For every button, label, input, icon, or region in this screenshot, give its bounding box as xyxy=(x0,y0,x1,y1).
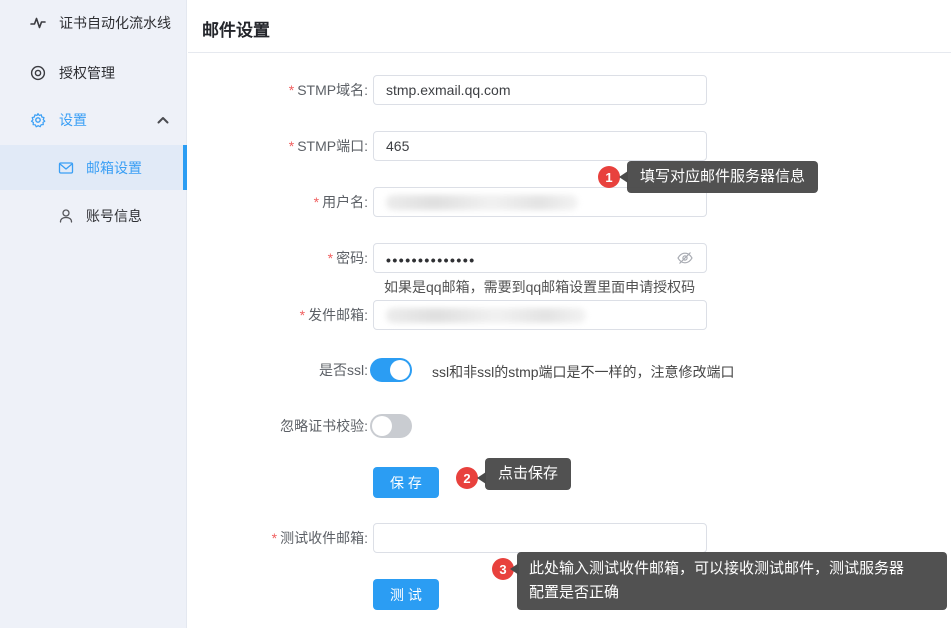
smtp-port-label: *STMP端口: xyxy=(192,131,368,161)
page-title: 邮件设置 xyxy=(202,16,270,41)
sidebar-item-mailbox-settings[interactable]: 邮箱设置 xyxy=(0,145,187,190)
test-email-label: *测试收件邮箱: xyxy=(192,523,368,553)
annotation-tooltip-1: 填写对应邮件服务器信息 xyxy=(627,161,818,193)
redacted-value xyxy=(386,195,578,210)
header-divider xyxy=(188,52,951,53)
gear-icon xyxy=(30,112,46,128)
sender-email-input[interactable] xyxy=(373,300,707,330)
ssl-toggle[interactable] xyxy=(370,358,412,382)
sidebar-item-label: 证书自动化流水线 xyxy=(59,13,171,33)
save-button[interactable]: 保 存 xyxy=(373,467,439,498)
sidebar-item-label: 设置 xyxy=(59,110,87,130)
smtp-domain-value: stmp.exmail.qq.com xyxy=(386,82,510,98)
password-input[interactable]: •••••••••••••• xyxy=(373,243,707,273)
mail-icon xyxy=(58,160,74,176)
target-icon xyxy=(30,65,46,81)
password-hint: 如果是qq邮箱，需要到qq邮箱设置里面申请授权码 xyxy=(384,277,695,297)
test-email-input[interactable] xyxy=(373,523,707,553)
ignore-cert-toggle[interactable] xyxy=(370,414,412,438)
sidebar-item-account-info[interactable]: 账号信息 xyxy=(0,193,187,238)
app-root: 证书自动化流水线 授权管理 设置 邮箱设置 xyxy=(0,0,951,628)
annotation-tooltip-2: 点击保存 xyxy=(485,458,571,490)
active-indicator-bar xyxy=(183,145,187,190)
smtp-port-value: 465 xyxy=(386,138,409,154)
user-icon xyxy=(58,208,74,224)
annotation-badge-1: 1 xyxy=(598,166,620,188)
test-button[interactable]: 测 试 xyxy=(373,579,439,610)
redacted-value xyxy=(386,308,586,323)
tooltip-arrow xyxy=(619,171,628,183)
annotation-badge-2: 2 xyxy=(456,467,478,489)
sidebar-item-pipeline[interactable]: 证书自动化流水线 xyxy=(0,6,187,40)
pulse-icon xyxy=(30,15,46,31)
ssl-label: 是否ssl: xyxy=(192,355,368,385)
toggle-knob xyxy=(390,360,410,380)
sidebar-item-auth[interactable]: 授权管理 xyxy=(0,56,187,90)
smtp-domain-input[interactable]: stmp.exmail.qq.com xyxy=(373,75,707,105)
tooltip-arrow xyxy=(510,563,519,575)
toggle-knob xyxy=(372,416,392,436)
password-value: •••••••••••••• xyxy=(386,252,476,268)
smtp-domain-label: *STMP域名: xyxy=(192,75,368,105)
sidebar-item-settings[interactable]: 设置 xyxy=(0,103,187,137)
sidebar: 证书自动化流水线 授权管理 设置 邮箱设置 xyxy=(0,0,187,628)
password-label: *密码: xyxy=(192,243,368,273)
ignore-cert-label: 忽略证书校验: xyxy=(192,411,368,441)
annotation-tooltip-3: 此处输入测试收件邮箱，可以接收测试邮件，测试服务器 配置是否正确 xyxy=(517,552,947,610)
sidebar-item-label: 授权管理 xyxy=(59,63,115,83)
chevron-up-icon xyxy=(157,116,169,124)
sidebar-item-label: 账号信息 xyxy=(86,206,142,226)
sidebar-item-label: 邮箱设置 xyxy=(86,158,142,178)
sender-email-label: *发件邮箱: xyxy=(192,300,368,330)
ssl-note: ssl和非ssl的stmp端口是不一样的，注意修改端口 xyxy=(432,362,735,382)
username-label: *用户名: xyxy=(192,187,368,217)
tooltip-line: 此处输入测试收件邮箱，可以接收测试邮件，测试服务器 xyxy=(529,557,935,581)
tooltip-arrow xyxy=(477,472,486,484)
eye-off-icon[interactable] xyxy=(676,249,694,267)
smtp-port-input[interactable]: 465 xyxy=(373,131,707,161)
tooltip-line: 配置是否正确 xyxy=(529,581,935,605)
